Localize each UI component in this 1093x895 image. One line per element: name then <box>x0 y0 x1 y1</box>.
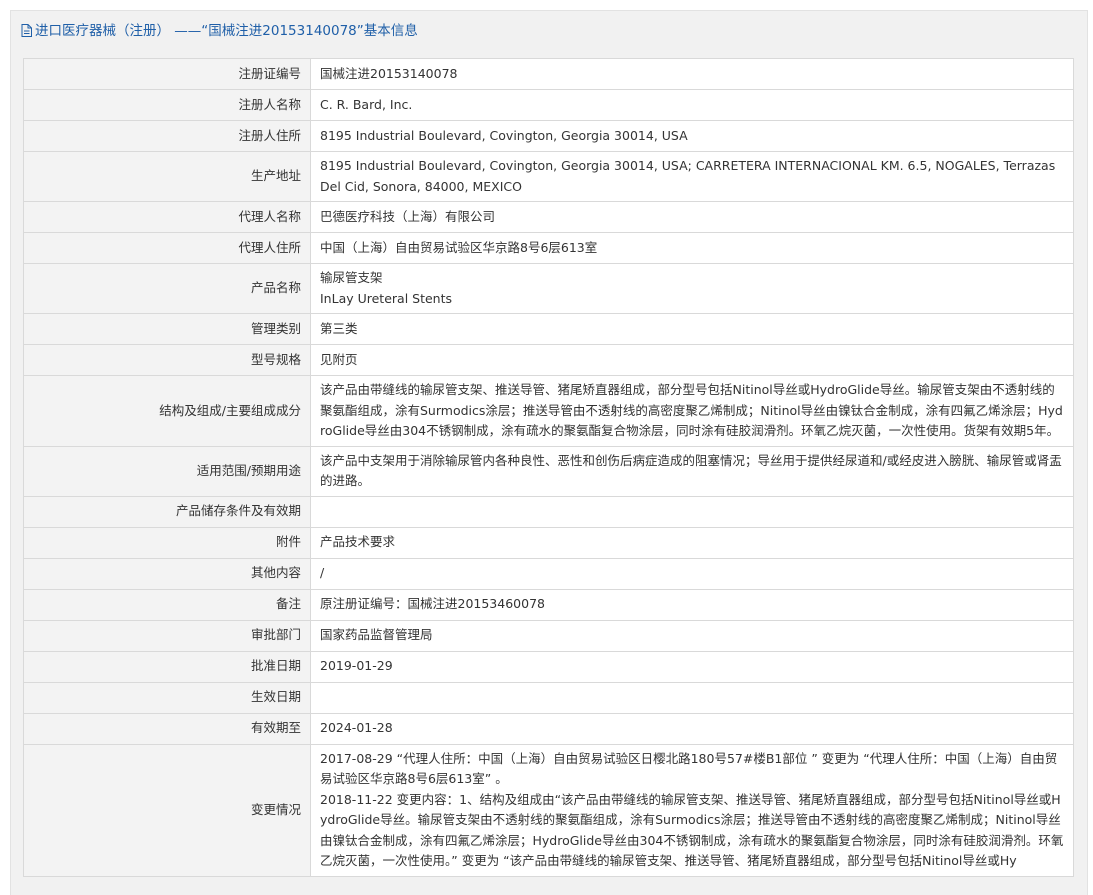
field-value: 输尿管支架 InLay Ureteral Stents <box>310 263 1074 314</box>
table-row: 注册证编号 国械注进20153140078 <box>23 58 1074 90</box>
field-value-line: / <box>320 565 325 581</box>
page-title-text: 进口医疗器械（注册） ——“国械注进20153140078”基本信息 <box>35 23 418 39</box>
field-value: 2024-01-28 <box>310 712 1074 745</box>
table-row: 附件 产品技术要求 <box>23 526 1074 559</box>
field-value: 国械注进20153140078 <box>310 58 1074 90</box>
field-value: 巴德医疗科技（上海）有限公司 <box>310 201 1074 233</box>
field-value: 原注册证编号：国械注进20153460078 <box>310 588 1074 621</box>
table-row: 变更情况 2017-08-29 “代理人住所：中国（上海）自由贸易试验区日樱北路1… <box>23 743 1074 877</box>
field-value-line: 2018-11-22 变更内容：1、结构及组成由“该产品由带缝线的输尿管支架、推… <box>320 791 1064 869</box>
field-value: 8195 Industrial Boulevard, Covington, Ge… <box>310 151 1074 202</box>
table-row: 代理人名称 巴德医疗科技（上海）有限公司 <box>23 201 1074 233</box>
field-value-line: 第三类 <box>320 320 358 336</box>
field-label: 产品储存条件及有效期 <box>23 495 311 528</box>
table-row: 产品储存条件及有效期 <box>23 495 1074 528</box>
table-row: 审批部门 国家药品监督管理局 <box>23 619 1074 652</box>
field-value-line: 中国（上海）自由贸易试验区华京路8号6层613室 <box>320 239 598 255</box>
field-value: 国家药品监督管理局 <box>310 619 1074 652</box>
field-value-line: 国家药品监督管理局 <box>320 627 433 643</box>
field-label: 管理类别 <box>23 313 311 345</box>
field-value-line: 8195 Industrial Boulevard, Covington, Ge… <box>320 158 1056 194</box>
field-value-line: 该产品中支架用于消除输尿管内各种良性、恶性和创伤后病症造成的阻塞情况；导丝用于提… <box>320 452 1062 489</box>
field-label: 备注 <box>23 588 311 621</box>
field-value-line: InLay Ureteral Stents <box>320 290 453 306</box>
field-value-line: 2017-08-29 “代理人住所：中国（上海）自由贸易试验区日樱北路180号5… <box>320 750 1058 787</box>
field-value: 中国（上海）自由贸易试验区华京路8号6层613室 <box>310 232 1074 264</box>
table-row: 生产地址 8195 Industrial Boulevard, Covington… <box>23 151 1074 202</box>
table-row: 代理人住所 中国（上海）自由贸易试验区华京路8号6层613室 <box>23 232 1074 264</box>
field-value: 2019-01-29 <box>310 650 1074 683</box>
info-panel: 进口医疗器械（注册） ——“国械注进20153140078”基本信息 注册证编号… <box>10 10 1088 895</box>
table-row: 管理类别 第三类 <box>23 313 1074 345</box>
table-row: 有效期至 2024-01-28 <box>23 712 1074 745</box>
field-value <box>310 681 1074 714</box>
field-value: 第三类 <box>310 313 1074 345</box>
field-label: 附件 <box>23 526 311 559</box>
table-row: 生效日期 <box>23 681 1074 714</box>
field-value-line: 8195 Industrial Boulevard, Covington, Ge… <box>320 127 688 143</box>
field-value: 2017-08-29 “代理人住所：中国（上海）自由贸易试验区日樱北路180号5… <box>310 743 1074 877</box>
field-value: 见附页 <box>310 344 1074 376</box>
table-row: 型号规格 见附页 <box>23 344 1074 376</box>
field-label: 代理人住所 <box>23 232 311 264</box>
field-label: 注册人住所 <box>23 120 311 152</box>
page-title: 进口医疗器械（注册） ——“国械注进20153140078”基本信息 <box>21 19 418 41</box>
field-value-line: 见附页 <box>320 351 358 367</box>
table-row: 结构及组成/主要组成成分 该产品由带缝线的输尿管支架、推送导管、猪尾矫直器组成，部… <box>23 375 1074 447</box>
field-value-line: 产品技术要求 <box>320 534 396 550</box>
field-label: 有效期至 <box>23 712 311 745</box>
field-value-line: 国械注进20153140078 <box>320 65 458 81</box>
field-value <box>310 495 1074 528</box>
field-label: 其他内容 <box>23 557 311 590</box>
field-label: 注册人名称 <box>23 89 311 121</box>
field-value: 8195 Industrial Boulevard, Covington, Ge… <box>310 120 1074 152</box>
field-value: 该产品由带缝线的输尿管支架、推送导管、猪尾矫直器组成，部分型号包括Nitinol… <box>310 375 1074 447</box>
field-label: 生效日期 <box>23 681 311 714</box>
table-row: 批准日期 2019-01-29 <box>23 650 1074 683</box>
field-label: 批准日期 <box>23 650 311 683</box>
table-row: 备注 原注册证编号：国械注进20153460078 <box>23 588 1074 621</box>
field-label: 型号规格 <box>23 344 311 376</box>
table-row: 其他内容 / <box>23 557 1074 590</box>
field-value-line: 2019-01-29 <box>320 658 393 674</box>
field-label: 注册证编号 <box>23 58 311 90</box>
field-value-line: 原注册证编号：国械注进20153460078 <box>320 596 545 612</box>
field-label: 生产地址 <box>23 151 311 202</box>
field-label: 结构及组成/主要组成成分 <box>23 375 311 447</box>
table-row: 产品名称 输尿管支架 InLay Ureteral Stents <box>23 263 1074 314</box>
field-label: 产品名称 <box>23 263 311 314</box>
field-value: / <box>310 557 1074 590</box>
info-table: 注册证编号 国械注进20153140078 注册人名称 C. R. Bard, Inc… <box>23 58 1074 877</box>
field-label: 审批部门 <box>23 619 311 652</box>
field-value: C. R. Bard, Inc. <box>310 89 1074 121</box>
document-icon <box>21 24 32 41</box>
field-value-line: 输尿管支架 <box>320 270 383 285</box>
field-value-line: 2024-01-28 <box>320 720 393 736</box>
field-value: 该产品中支架用于消除输尿管内各种良性、恶性和创伤后病症造成的阻塞情况；导丝用于提… <box>310 445 1074 497</box>
field-label: 代理人名称 <box>23 201 311 233</box>
table-row: 注册人住所 8195 Industrial Boulevard, Covingto… <box>23 120 1074 152</box>
table-row: 注册人名称 C. R. Bard, Inc. <box>23 89 1074 121</box>
field-value-line: 巴德医疗科技（上海）有限公司 <box>320 208 496 224</box>
field-value-line: C. R. Bard, Inc. <box>320 96 413 112</box>
field-label: 适用范围/预期用途 <box>23 445 311 497</box>
field-label: 变更情况 <box>23 743 311 877</box>
field-value-line: 该产品由带缝线的输尿管支架、推送导管、猪尾矫直器组成，部分型号包括Nitinol… <box>320 382 1063 438</box>
field-value: 产品技术要求 <box>310 526 1074 559</box>
table-row: 适用范围/预期用途 该产品中支架用于消除输尿管内各种良性、恶性和创伤后病症造成的阻… <box>23 445 1074 497</box>
